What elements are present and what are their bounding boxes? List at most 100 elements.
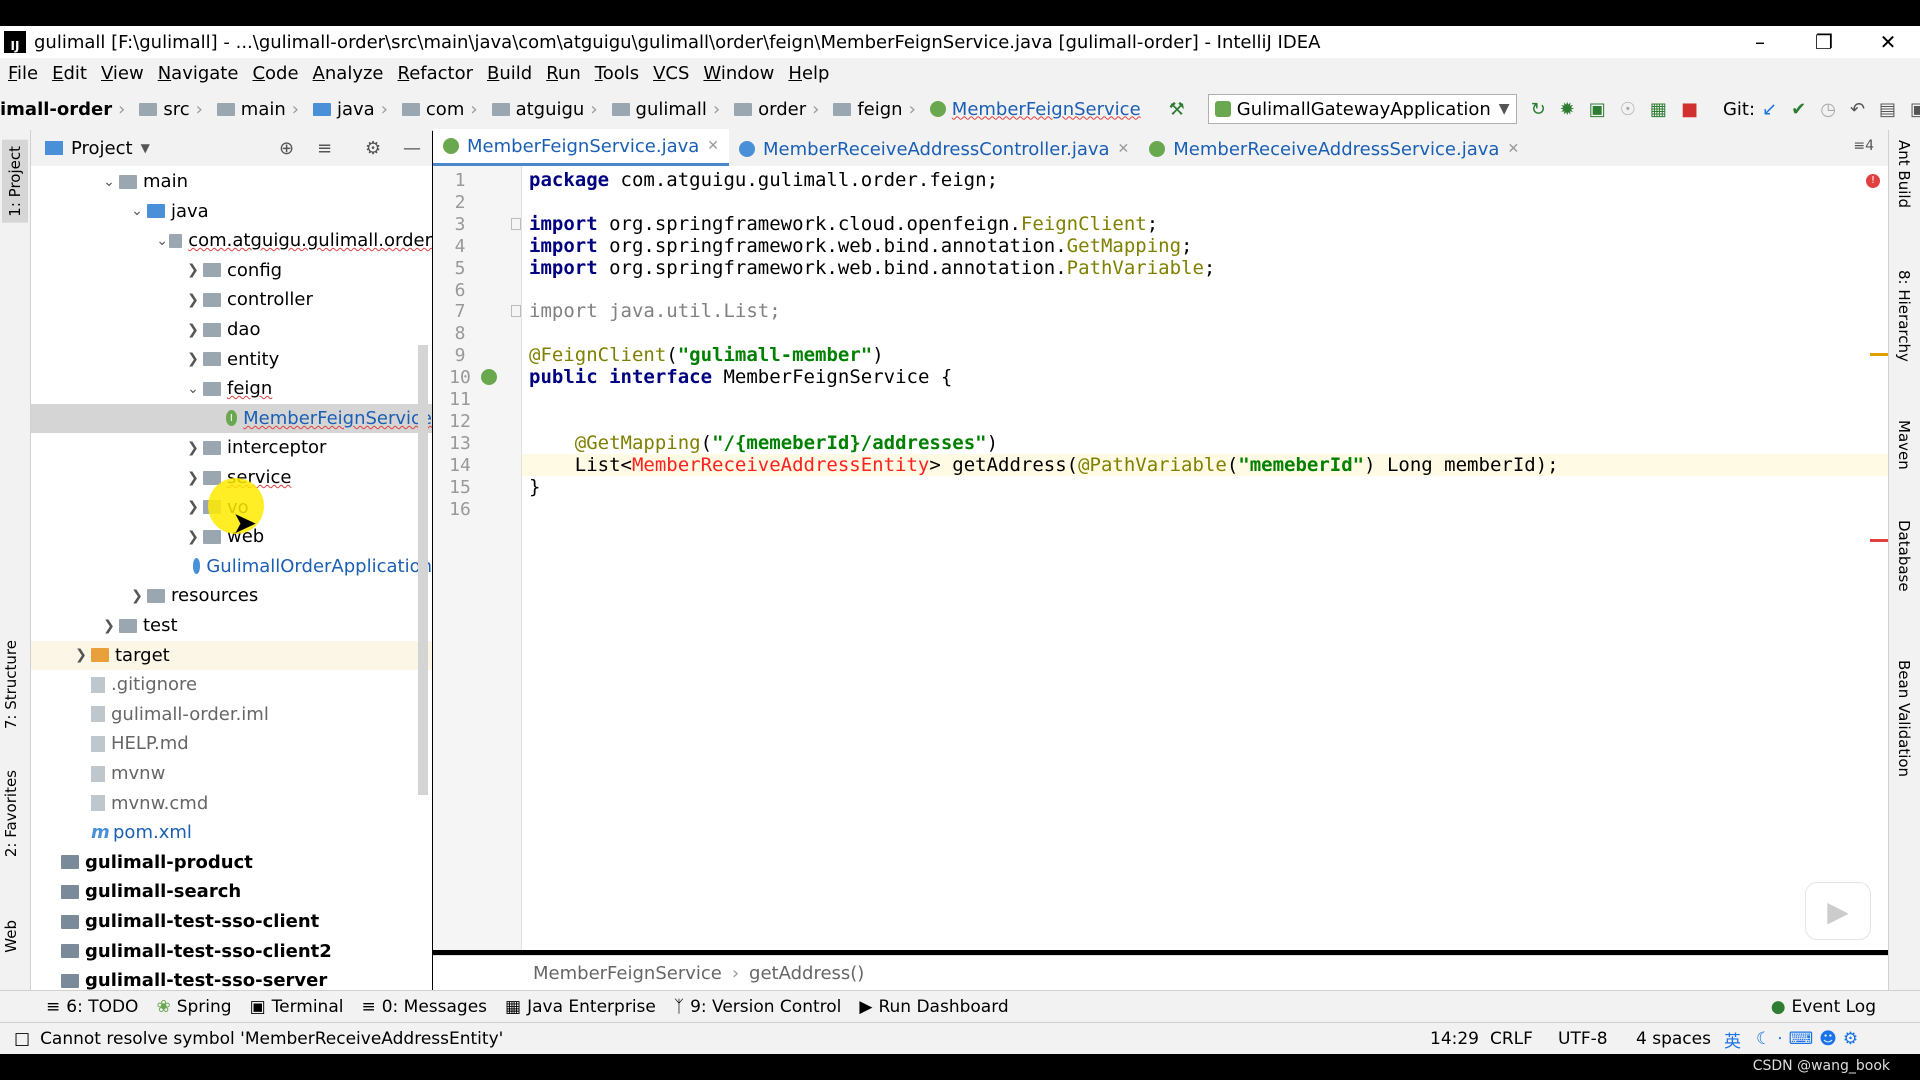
error-stripe[interactable] <box>1870 539 1888 542</box>
profile-icon[interactable]: ☉ <box>1620 98 1636 120</box>
close-icon[interactable]: ✕ <box>707 138 719 154</box>
tree-item-gulimall-search[interactable]: gulimall-search <box>31 877 432 906</box>
tree-item-com-atguigu-gulimall-order[interactable]: ⌄ com.atguigu.gulimall.order <box>31 226 432 255</box>
tree-item-java[interactable]: ⌄ java <box>31 197 432 226</box>
tab-structure[interactable]: 7: Structure <box>2 640 20 729</box>
chevron-down-icon[interactable]: ⌄ <box>155 233 169 249</box>
tree-item-gulimall-test-sso-client2[interactable]: gulimall-test-sso-client2 <box>31 937 432 966</box>
menu-navigate[interactable]: Navigate <box>158 63 239 84</box>
menu-help[interactable]: Help <box>788 63 829 84</box>
close-button[interactable]: ✕ <box>1856 26 1920 58</box>
close-icon[interactable]: ✕ <box>1118 141 1130 157</box>
tab-memberreceiveaddressservice[interactable]: MemberReceiveAddressService.java ✕ <box>1139 132 1529 166</box>
breadcrumb-atguigu[interactable]: atguigu › <box>484 99 598 120</box>
tab-project[interactable]: 1: Project <box>2 140 28 223</box>
project-tree-scrollbar[interactable] <box>418 345 428 795</box>
tree-item-gulimall-test-sso-server[interactable]: gulimall-test-sso-server <box>31 966 432 990</box>
breadcrumb-main[interactable]: main › <box>209 99 299 120</box>
tree-item-feign[interactable]: ⌄ feign <box>31 374 432 403</box>
chevron-right-icon[interactable]: ❯ <box>99 618 119 634</box>
stop-icon[interactable]: ■ <box>1681 98 1698 120</box>
breadcrumb-gulimall[interactable]: gulimall › <box>604 99 720 120</box>
caret-position[interactable]: 14:29 <box>1430 1029 1479 1049</box>
chevron-right-icon[interactable]: ❯ <box>183 499 203 515</box>
tree-item-mvnw[interactable]: mvnw <box>31 759 432 788</box>
chevron-down-icon[interactable]: ⌄ <box>183 381 203 397</box>
build-hammer-icon[interactable]: ⚒ <box>1169 98 1185 120</box>
tree-item-pom-xml[interactable]: m pom.xml <box>31 818 432 847</box>
tree-item-dao[interactable]: ❯ dao <box>31 315 432 344</box>
chevron-right-icon[interactable]: ❯ <box>183 529 203 545</box>
line-separator[interactable]: CRLF <box>1490 1029 1533 1049</box>
chevron-down-icon[interactable]: ⌄ <box>127 203 147 219</box>
menu-build[interactable]: Build <box>487 63 532 84</box>
breadcrumb-file[interactable]: MemberFeignService <box>922 99 1141 120</box>
menu-vcs[interactable]: VCS <box>653 63 689 84</box>
warning-stripe[interactable] <box>1870 353 1888 356</box>
tree-item-resources[interactable]: ❯ resources <box>31 581 432 610</box>
coverage-icon[interactable]: ▣ <box>1589 98 1606 120</box>
menu-window[interactable]: Window <box>703 63 774 84</box>
chevron-down-icon[interactable]: ⌄ <box>99 174 119 190</box>
toolwindow-version-control[interactable]: ᛉ 9: Version Control <box>674 997 842 1017</box>
tree-item-memberfeignservice[interactable]: I MemberFeignService <box>31 403 432 433</box>
tree-item-test[interactable]: ❯ test <box>31 611 432 640</box>
hide-panel-icon[interactable]: — <box>403 138 421 159</box>
toolwindow-terminal[interactable]: ▣ Terminal <box>250 997 344 1017</box>
presentation-icon[interactable]: ▣ <box>1910 98 1920 120</box>
chevron-right-icon[interactable]: ❯ <box>71 647 91 663</box>
play-overlay-icon[interactable]: ▶ <box>1805 882 1871 940</box>
tree-item--gitignore[interactable]: .gitignore <box>31 670 432 699</box>
tab-ant-build[interactable]: Ant Build <box>1895 140 1913 208</box>
tree-item-target[interactable]: ❯ target <box>31 640 432 670</box>
chevron-right-icon[interactable]: ❯ <box>183 470 203 486</box>
code-editor[interactable]: ! package com.atguigu.gulimall.order.fei… <box>522 166 1895 950</box>
tree-item-gulimall-product[interactable]: gulimall-product <box>31 848 432 877</box>
project-structure-icon[interactable]: ▤ <box>1879 98 1896 120</box>
tree-item-main[interactable]: ⌄ main <box>31 167 432 196</box>
menu-analyze[interactable]: Analyze <box>313 63 384 84</box>
run-configuration-select[interactable]: GulimallGatewayApplication ▼ <box>1207 94 1517 124</box>
gear-icon[interactable]: ⚙ <box>365 138 381 159</box>
ime-tools-icon[interactable]: ☾⋅⌨☻⚙ <box>1756 1029 1864 1049</box>
tree-item-gulimall-test-sso-client[interactable]: gulimall-test-sso-client <box>31 907 432 936</box>
implementations-gutter-icon[interactable] <box>481 369 497 386</box>
toolwindow-java-enterprise[interactable]: ▦ Java Enterprise <box>505 997 656 1017</box>
toolwindow-run-dashboard[interactable]: ▶ Run Dashboard <box>859 997 1008 1017</box>
breadcrumb-com[interactable]: com › <box>394 99 478 120</box>
breadcrumb-java[interactable]: java › <box>305 99 388 120</box>
menu-code[interactable]: Code <box>252 63 298 84</box>
menu-tools[interactable]: Tools <box>595 63 639 84</box>
git-rollback-icon[interactable]: ↶ <box>1850 98 1865 120</box>
tab-favorites[interactable]: 2: Favorites <box>2 770 20 857</box>
chevron-right-icon[interactable]: ❯ <box>183 440 203 456</box>
rerun-icon[interactable]: ↻ <box>1531 98 1546 120</box>
toolwindow-messages[interactable]: ≡ 0: Messages <box>361 997 487 1017</box>
collapse-all-icon[interactable]: ≡ <box>317 138 332 159</box>
breadcrumb-class[interactable]: MemberFeignService <box>533 963 722 984</box>
breadcrumb-feign[interactable]: feign › <box>825 99 916 120</box>
toolwindow-event-log[interactable]: ● Event Log <box>1771 997 1876 1017</box>
tab-bean-validation[interactable]: Bean Validation <box>1895 660 1913 777</box>
tab-memberreceiveaddresscontroller[interactable]: MemberReceiveAddressController.java ✕ <box>729 132 1139 166</box>
toolwindow-todo[interactable]: ≡ 6: TODO <box>46 997 138 1017</box>
menu-file[interactable]: File <box>8 63 38 84</box>
tree-item-gulimall-order-iml[interactable]: gulimall-order.iml <box>31 700 432 729</box>
breadcrumb-order[interactable]: order › <box>726 99 819 120</box>
tab-database[interactable]: Database <box>1895 520 1913 592</box>
tree-item-mvnw-cmd[interactable]: mvnw.cmd <box>31 789 432 818</box>
git-commit-icon[interactable]: ✔ <box>1791 98 1806 120</box>
menu-refactor[interactable]: Refactor <box>398 63 474 84</box>
chevron-right-icon[interactable]: ❯ <box>183 292 203 308</box>
attach-icon[interactable]: ▦ <box>1650 98 1667 120</box>
tree-item-help-md[interactable]: HELP.md <box>31 729 432 758</box>
status-panel-icon[interactable]: □ <box>14 1029 30 1049</box>
minimize-button[interactable]: – <box>1728 26 1792 58</box>
tab-web[interactable]: Web <box>2 920 20 953</box>
chevron-right-icon[interactable]: ❯ <box>183 351 203 367</box>
menu-run[interactable]: Run <box>546 63 581 84</box>
git-history-icon[interactable]: ◷ <box>1820 98 1836 120</box>
chevron-right-icon[interactable]: ❯ <box>127 588 147 604</box>
tree-item-controller[interactable]: ❯ controller <box>31 285 432 314</box>
chevron-down-icon[interactable]: ▼ <box>141 141 150 155</box>
